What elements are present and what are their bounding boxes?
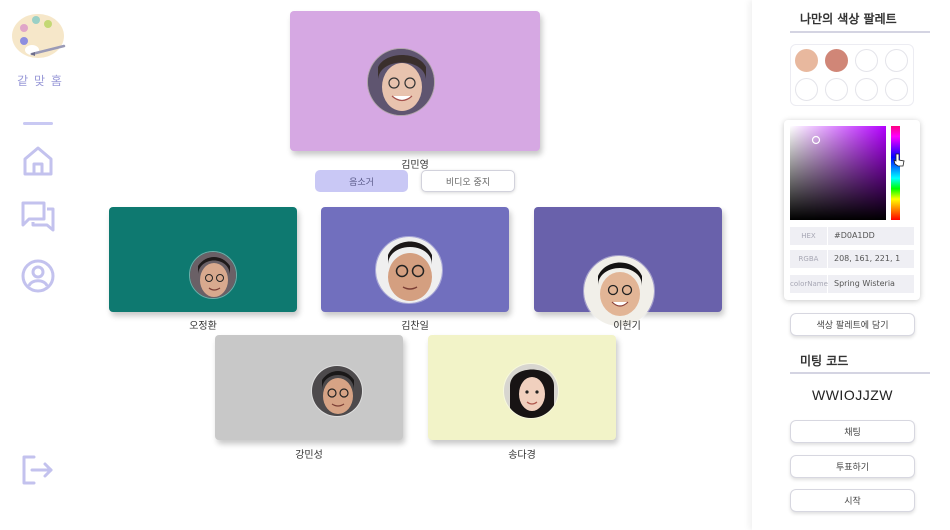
rgba-label: RGBA bbox=[790, 250, 828, 268]
participant-name-label: 김찬일 bbox=[401, 321, 429, 332]
participant-video-face bbox=[503, 363, 559, 419]
participant-name-label: 강민성 bbox=[295, 450, 323, 461]
participant-video-face bbox=[311, 365, 363, 417]
palette-swatch-empty[interactable] bbox=[885, 78, 908, 101]
palette-swatch-empty[interactable] bbox=[855, 49, 878, 72]
participant-name-label: 이헌기 bbox=[613, 321, 641, 332]
participant-name-label: 오정환 bbox=[189, 321, 217, 332]
color-picker: HEX #D0A1DD RGBA 208, 161, 221, 1 colorN… bbox=[784, 120, 920, 300]
participant-video-tile[interactable] bbox=[215, 335, 403, 440]
palette-swatch[interactable] bbox=[795, 49, 818, 72]
palette-swatch-empty[interactable] bbox=[855, 78, 878, 101]
user-icon[interactable] bbox=[20, 258, 56, 294]
my-color-palette bbox=[790, 44, 914, 106]
video-stop-button[interactable]: 비디오 중지 bbox=[421, 170, 515, 192]
palette-logo-icon[interactable] bbox=[10, 8, 68, 66]
meeting-code-title: 미팅 코드 bbox=[800, 354, 849, 368]
home-icon[interactable] bbox=[20, 143, 56, 179]
saturation-field[interactable] bbox=[790, 126, 886, 220]
hex-row: HEX #D0A1DD bbox=[790, 227, 914, 245]
section-divider bbox=[790, 372, 930, 374]
hex-value[interactable]: #D0A1DD bbox=[834, 227, 875, 245]
participant-name-label: 송다경 bbox=[508, 450, 536, 461]
palette-swatch-empty[interactable] bbox=[825, 78, 848, 101]
logout-icon[interactable] bbox=[20, 452, 56, 488]
app-root: 같 맞 홈 김민영 음소거 비디오 중지 오정환 김찬일 이헌기 강민성 송다경… bbox=[0, 0, 950, 530]
vote-button[interactable]: 투표하기 bbox=[790, 455, 915, 478]
start-button[interactable]: 시작 bbox=[790, 489, 915, 512]
logo-text: 같 맞 홈 bbox=[17, 74, 63, 88]
participant-video-face bbox=[189, 251, 237, 299]
chat-button[interactable]: 채팅 bbox=[790, 420, 915, 443]
host-name-label: 김민영 bbox=[401, 160, 429, 171]
rgba-row: RGBA 208, 161, 221, 1 bbox=[790, 250, 914, 268]
participant-video-face bbox=[367, 48, 435, 116]
color-name-row: colorName Spring Wisteria bbox=[790, 275, 914, 293]
participant-video-tile[interactable] bbox=[534, 207, 722, 327]
hex-label: HEX bbox=[790, 227, 828, 245]
participant-video-tile[interactable] bbox=[109, 207, 297, 312]
right-sidebar: 나만의 색상 팔레트 HEX #D0A1DD RGBA 208, 161, 22… bbox=[752, 0, 950, 530]
color-name-value: Spring Wisteria bbox=[834, 279, 895, 288]
mute-button[interactable]: 음소거 bbox=[315, 170, 408, 192]
rgba-value[interactable]: 208, 161, 221, 1 bbox=[834, 250, 900, 268]
palette-swatch-empty[interactable] bbox=[795, 78, 818, 101]
hue-slider[interactable] bbox=[891, 126, 900, 220]
save-to-palette-button[interactable]: 색상 팔레트에 담기 bbox=[790, 313, 915, 336]
host-video-tile[interactable] bbox=[290, 11, 540, 151]
nav-divider bbox=[23, 122, 53, 125]
palette-swatch-empty[interactable] bbox=[885, 49, 908, 72]
section-divider bbox=[790, 31, 930, 33]
participant-video-tile[interactable] bbox=[428, 335, 616, 440]
participant-video-tile[interactable] bbox=[321, 207, 509, 312]
participant-video-face bbox=[375, 236, 443, 304]
palette-swatch[interactable] bbox=[825, 49, 848, 72]
cursor-hand-icon bbox=[893, 152, 905, 167]
color-name-label: colorName bbox=[790, 275, 828, 293]
chat-icon[interactable] bbox=[20, 199, 56, 235]
left-navigation: 같 맞 홈 bbox=[0, 0, 78, 530]
palette-title: 나만의 색상 팔레트 bbox=[800, 12, 897, 26]
meeting-code-value: WWIOJJZW bbox=[812, 387, 893, 403]
